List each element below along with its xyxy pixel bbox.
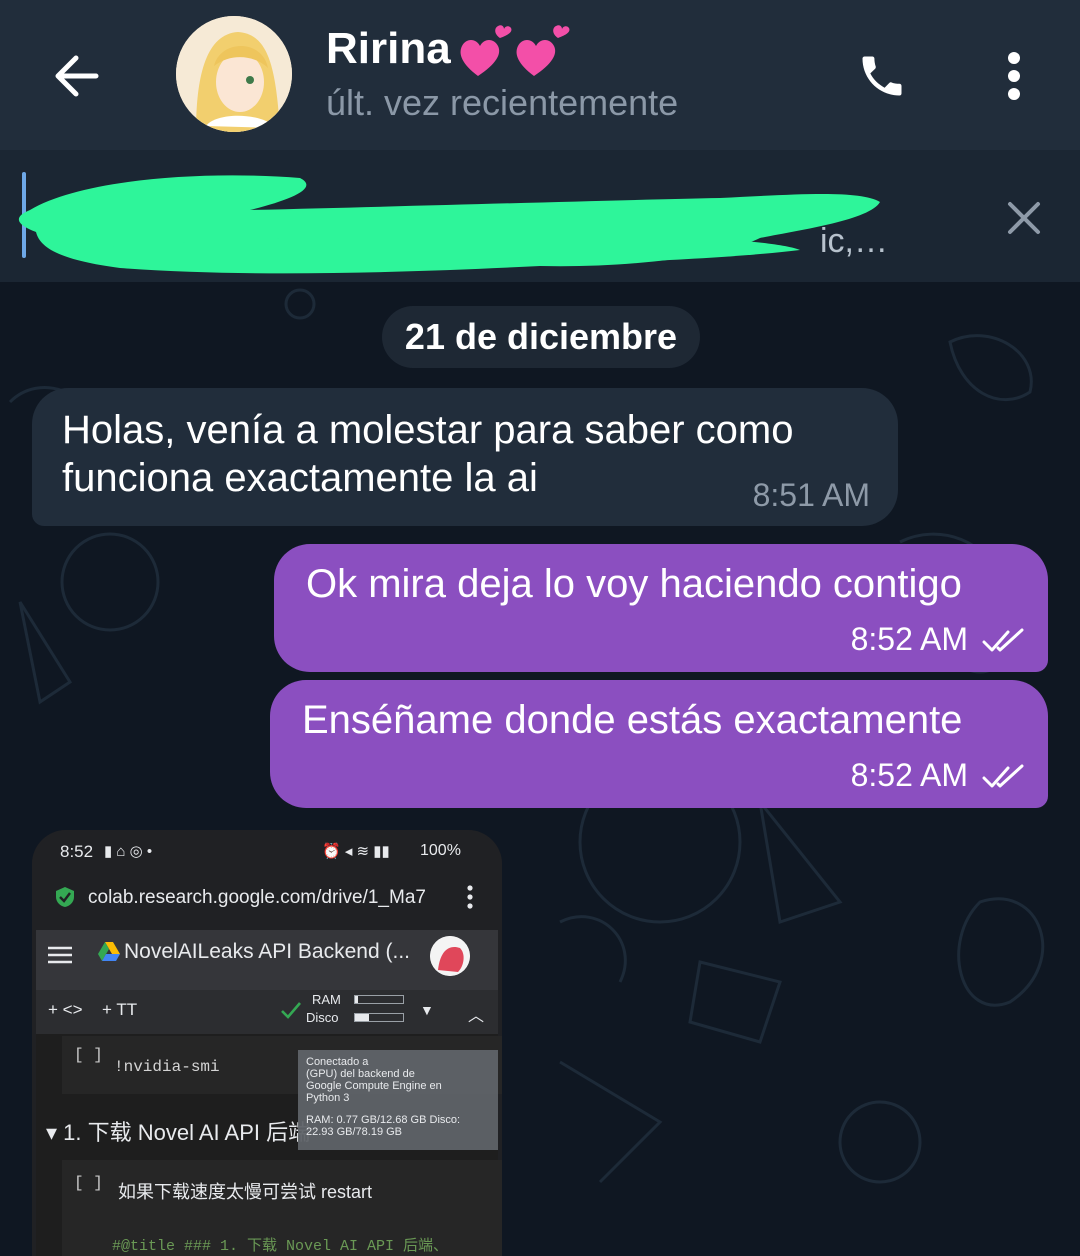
add-code-button: + <> bbox=[48, 1000, 83, 1019]
secure-shield-icon bbox=[56, 887, 74, 907]
notebook-title: NovelAILeaks API Backend (... bbox=[124, 940, 410, 963]
message-time: 8:52 AM bbox=[850, 621, 968, 657]
screenshot-clock: 8:52 bbox=[60, 842, 94, 861]
message-text: Ok mira deja lo voy haciendo contigo bbox=[306, 562, 962, 606]
run-cell-bracket: [ ] bbox=[74, 1046, 103, 1064]
connected-check-icon bbox=[281, 1002, 301, 1019]
notification-icons: ▮ ⌂ ◎ • bbox=[104, 843, 153, 860]
browser-url: colab.research.google.com/drive/1_Ma7 bbox=[88, 887, 426, 908]
two-hearts-emoji-icon bbox=[460, 25, 570, 76]
close-icon bbox=[1008, 202, 1040, 234]
google-drive-icon bbox=[98, 942, 120, 961]
avatar-image bbox=[176, 16, 292, 132]
call-button[interactable] bbox=[846, 40, 918, 112]
system-icons: ⏰ ◂ ≋ ▮▮ bbox=[322, 843, 390, 860]
contact-name[interactable]: Ririna bbox=[326, 24, 451, 74]
more-vertical-icon bbox=[1008, 52, 1020, 100]
close-pinned-button[interactable] bbox=[990, 186, 1058, 250]
user-avatar bbox=[430, 936, 470, 976]
disk-usage-fill bbox=[355, 1014, 369, 1021]
outgoing-message[interactable]: Ok mira deja lo voy haciendo contigo 8:5… bbox=[274, 544, 1048, 672]
collapse-icon: ︿ bbox=[468, 1008, 485, 1025]
ram-usage-bar bbox=[354, 995, 404, 1004]
ram-usage-fill bbox=[355, 996, 358, 1003]
cell-code-line: #@title ### 1. 下载 Novel AI API 后端、 bbox=[112, 1238, 449, 1255]
image-message[interactable]: 8:52 ▮ ⌂ ◎ • ⏰ ◂ ≋ ▮▮ 100% colab.researc… bbox=[32, 830, 502, 1256]
chat-header: Ririna últ. vez recientemente bbox=[0, 0, 1080, 150]
tooltip-line: 22.93 GB/78.19 GB bbox=[306, 1126, 403, 1138]
date-separator: 21 de diciembre bbox=[382, 306, 700, 368]
section-heading: ▾ 1. 下载 Novel AI API 后端 bbox=[46, 1120, 311, 1145]
double-check-icon bbox=[982, 628, 1024, 652]
tooltip-line: RAM: 0.77 GB/12.68 GB Disco: bbox=[306, 1114, 461, 1126]
tooltip-line: (GPU) del backend de bbox=[306, 1068, 415, 1080]
message-time: 8:51 AM bbox=[752, 477, 870, 513]
more-vertical-icon bbox=[467, 885, 473, 909]
cell-title: 如果下载速度太慢可尝试 restart bbox=[118, 1182, 373, 1202]
last-seen-status: últ. vez recientemente bbox=[326, 82, 679, 123]
more-options-button[interactable] bbox=[984, 40, 1044, 112]
redaction-scribble bbox=[18, 175, 881, 274]
section-heading-text: 1. 下载 Novel AI API 后端 bbox=[63, 1120, 311, 1145]
message-text: Enséñame donde estás exactamente bbox=[302, 698, 963, 742]
run-cell-bracket: [ ] bbox=[74, 1174, 103, 1192]
add-text-button: + TT bbox=[102, 1000, 138, 1019]
tooltip-line: Python 3 bbox=[306, 1092, 350, 1104]
back-button[interactable] bbox=[40, 40, 112, 112]
double-check-icon bbox=[982, 764, 1024, 788]
hamburger-menu-icon bbox=[48, 946, 72, 964]
contact-avatar[interactable] bbox=[176, 16, 292, 132]
disk-label: Disco bbox=[306, 1010, 339, 1025]
message-time: 8:52 AM bbox=[850, 757, 968, 793]
ram-label: RAM bbox=[312, 992, 341, 1007]
arrow-left-icon bbox=[55, 55, 99, 97]
incoming-message[interactable]: Holas, venía a molestar para saber como … bbox=[32, 388, 898, 526]
disk-usage-bar bbox=[354, 1013, 404, 1022]
resources-dropdown-icon: ▼ bbox=[420, 1002, 434, 1018]
tooltip-line: Conectado a bbox=[306, 1056, 369, 1068]
battery-level: 100% bbox=[420, 842, 461, 859]
cell-command: !nvidia-smi bbox=[114, 1058, 220, 1076]
tooltip-line: Google Compute Engine en bbox=[306, 1080, 442, 1092]
outgoing-message[interactable]: Enséñame donde estás exactamente 8:52 AM bbox=[270, 680, 1048, 808]
phone-icon bbox=[862, 56, 902, 96]
runtime-tooltip: Conectado a (GPU) del backend de Google … bbox=[298, 1050, 498, 1150]
